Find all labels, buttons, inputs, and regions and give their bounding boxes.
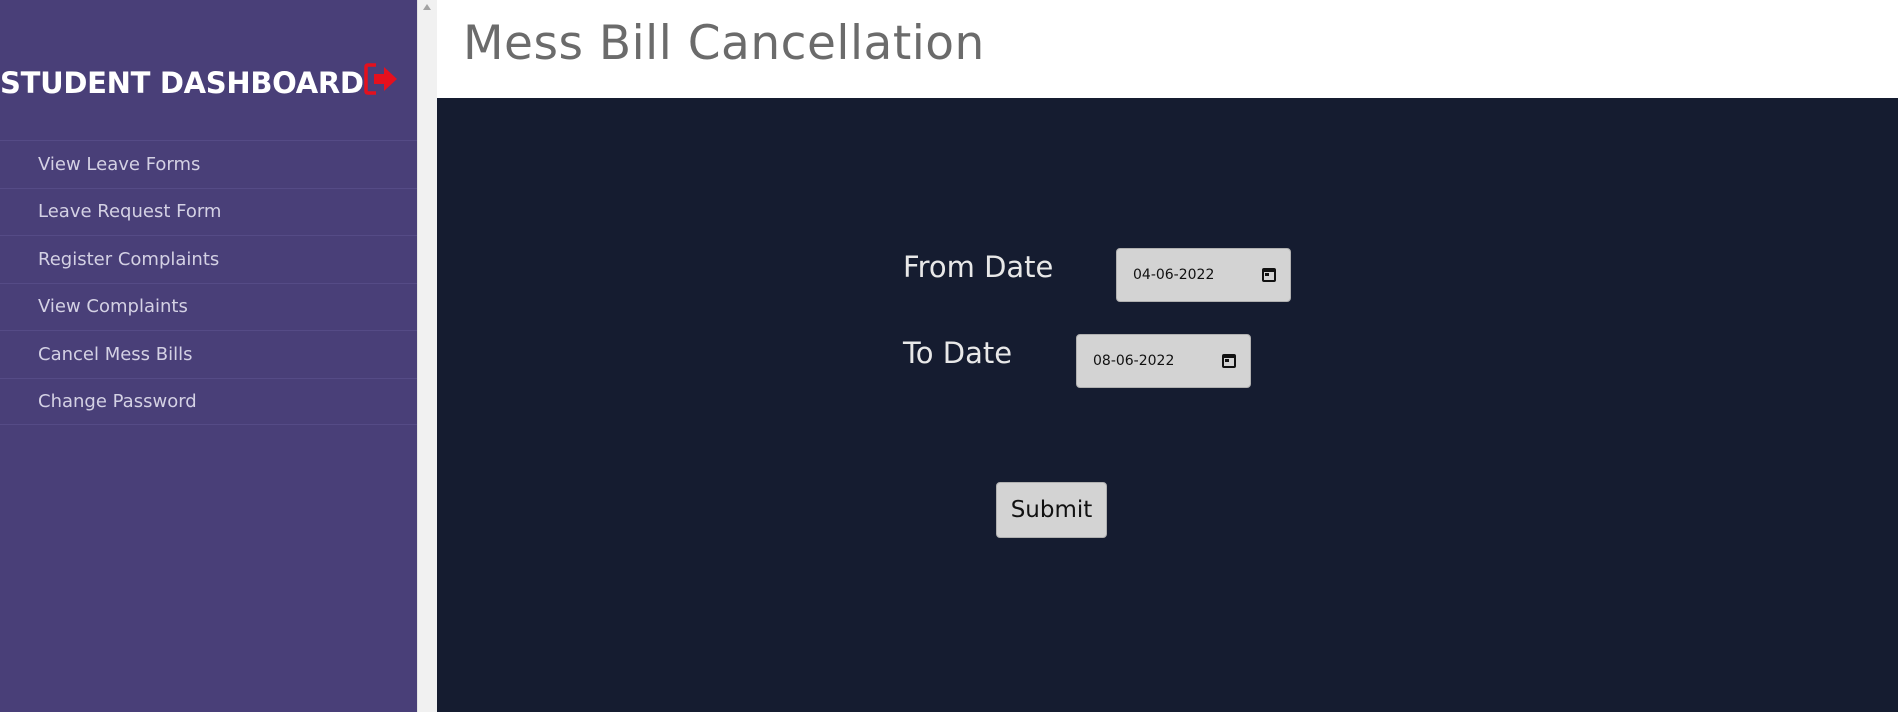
from-date-input[interactable]: 04-06-2022 bbox=[1116, 248, 1291, 302]
sidebar-item-label: Register Complaints bbox=[38, 248, 220, 270]
page-header: Mess Bill Cancellation bbox=[437, 0, 1898, 98]
sidebar-item-cancel-mess-bills[interactable]: Cancel Mess Bills bbox=[0, 330, 417, 378]
sidebar: STUDENT DASHBOARD View Leave Forms Leave… bbox=[0, 0, 417, 712]
from-date-value: 04-06-2022 bbox=[1133, 267, 1215, 283]
submit-button[interactable]: Submit bbox=[996, 482, 1107, 538]
sidebar-item-label: View Complaints bbox=[38, 296, 188, 318]
sidebar-header: STUDENT DASHBOARD bbox=[0, 62, 417, 106]
sidebar-item-label: Change Password bbox=[38, 390, 197, 412]
sidebar-title: STUDENT DASHBOARD bbox=[0, 66, 364, 100]
sidebar-item-view-leave-forms[interactable]: View Leave Forms bbox=[0, 140, 417, 188]
scroll-up-arrow-icon[interactable] bbox=[423, 4, 431, 10]
sidebar-item-label: Cancel Mess Bills bbox=[38, 343, 193, 365]
sign-out-icon[interactable] bbox=[364, 62, 400, 96]
sidebar-menu: View Leave Forms Leave Request Form Regi… bbox=[0, 140, 417, 425]
sidebar-item-leave-request-form[interactable]: Leave Request Form bbox=[0, 187, 417, 236]
sidebar-item-register-complaints[interactable]: Register Complaints bbox=[0, 235, 417, 283]
sidebar-item-view-complaints[interactable]: View Complaints bbox=[0, 282, 417, 331]
from-date-label: From Date bbox=[903, 250, 1054, 284]
to-date-input[interactable]: 08-06-2022 bbox=[1076, 334, 1251, 388]
calendar-icon[interactable] bbox=[1222, 354, 1236, 368]
sidebar-item-label: View Leave Forms bbox=[38, 153, 201, 175]
sidebar-item-change-password[interactable]: Change Password bbox=[0, 377, 417, 425]
to-date-value: 08-06-2022 bbox=[1093, 353, 1175, 369]
sidebar-item-label: Leave Request Form bbox=[38, 201, 222, 223]
calendar-icon[interactable] bbox=[1262, 268, 1276, 282]
to-date-label: To Date bbox=[903, 336, 1013, 370]
main-content: From Date 04-06-2022 To Date 08-06-2022 … bbox=[437, 98, 1898, 712]
page-title: Mess Bill Cancellation bbox=[463, 16, 985, 71]
sidebar-scrollbar[interactable] bbox=[417, 0, 437, 712]
